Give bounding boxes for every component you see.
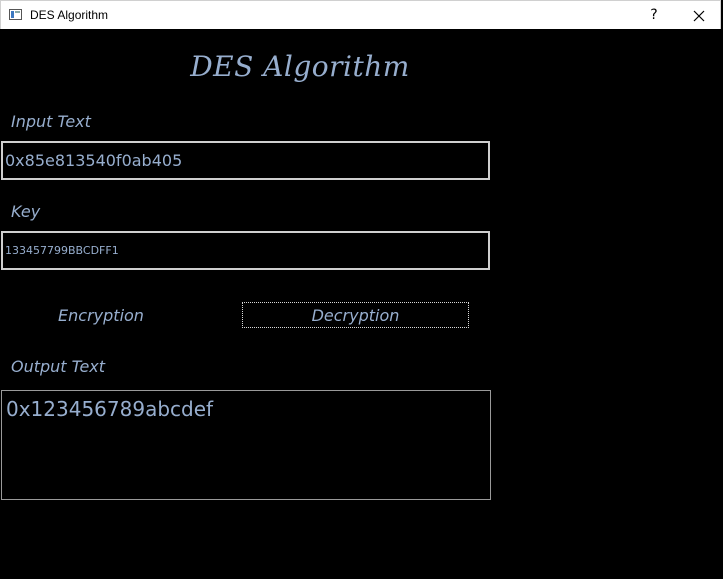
window-title: DES Algorithm xyxy=(30,8,109,22)
output-text-label: Output Text xyxy=(11,357,106,376)
title-bar: DES Algorithm ? xyxy=(0,0,721,29)
close-icon xyxy=(693,10,705,21)
input-text-label: Input Text xyxy=(11,112,91,131)
key-label: Key xyxy=(11,202,41,221)
decryption-button[interactable]: Decryption xyxy=(242,302,469,328)
des-algorithm-window: DES Algorithm ? DES Algorithm Input Text… xyxy=(0,0,723,579)
encryption-button[interactable]: Encryption xyxy=(30,302,172,328)
output-text-area[interactable]: 0x123456789abcdef xyxy=(1,390,491,500)
input-text-field[interactable]: 0x85e813540f0ab405 xyxy=(1,141,490,180)
app-heading: DES Algorithm xyxy=(190,50,410,83)
key-field[interactable]: 133457799BBCDFF1 xyxy=(1,231,490,270)
help-button[interactable]: ? xyxy=(633,1,675,30)
app-icon xyxy=(9,9,22,20)
close-button[interactable] xyxy=(676,1,722,30)
